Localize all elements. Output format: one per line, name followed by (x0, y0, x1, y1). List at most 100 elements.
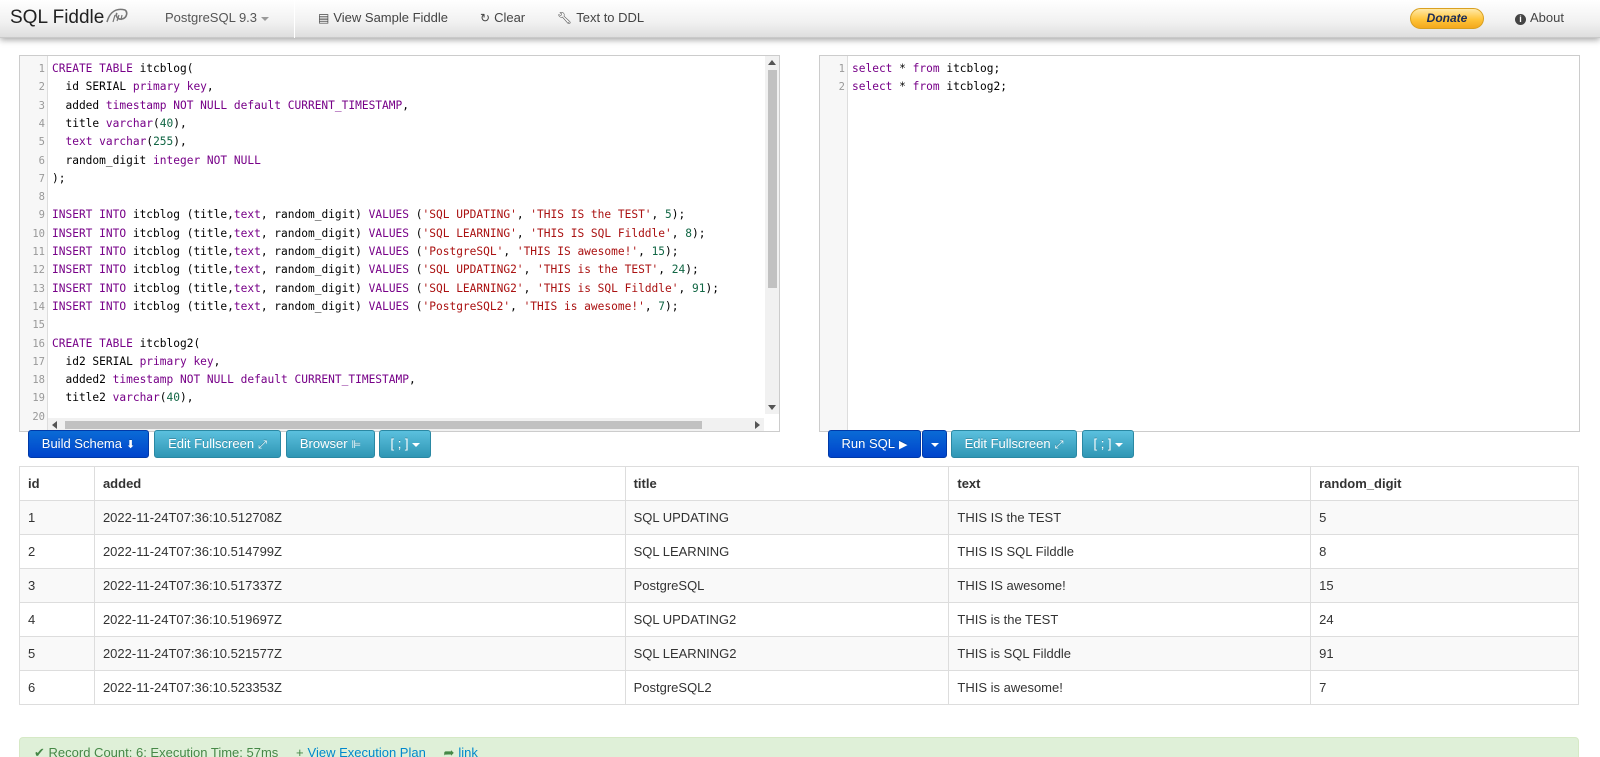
run-sql-button[interactable]: Run SQL ▶ (828, 430, 921, 458)
code-text: INSERT INTO itcblog (title,text, random_… (52, 226, 706, 240)
build-schema-button[interactable]: Build Schema ⬇ (28, 430, 149, 458)
scroll-left-icon[interactable] (52, 421, 57, 429)
table-row: 1 2022-11-24T07:36:10.512708Z SQL UPDATING… (19, 500, 1579, 535)
table-cell: 5 (1310, 500, 1579, 535)
line-number: 19 (32, 392, 45, 405)
delimiter-label: [ ; ] (1093, 436, 1112, 451)
column-header: id (19, 466, 95, 501)
info-icon: i (1515, 14, 1526, 25)
code-text: INSERT INTO itcblog (title,text, random_… (52, 208, 686, 222)
code-text: INSERT INTO itcblog (title,text, random_… (52, 263, 699, 277)
line-number: 18 (32, 374, 45, 387)
column-header: random_digit (1310, 466, 1579, 501)
line-number: 1 (38, 63, 45, 75)
line-number: 20 (32, 410, 45, 423)
schema-editor[interactable]: 1 CREATE TABLE itcblog( 2 id SERIAL primar… (19, 55, 780, 432)
expand-icon: ⤢ (1054, 439, 1064, 451)
scrollbar-thumb[interactable] (768, 70, 777, 288)
table-cell: SQL LEARNING2 (624, 636, 950, 671)
scroll-up-icon[interactable] (768, 60, 776, 65)
code-text: INSERT INTO itcblog (title,text, random_… (52, 281, 719, 295)
execution-status: ✔ Record Count: 6; Execution Time: 57ms … (19, 737, 1579, 757)
brand[interactable]: SQL Fiddle (10, 7, 129, 29)
table-header-row: id added title text random_digit (19, 466, 1579, 501)
line-number-gutter (820, 56, 848, 431)
line-number: 12 (32, 264, 45, 277)
table-cell: PostgreSQL (624, 568, 950, 603)
chevron-down-icon (930, 442, 939, 447)
line-number: 16 (32, 337, 45, 350)
line-number: 17 (32, 355, 45, 368)
delimiter-dropdown[interactable]: [ ; ] (379, 430, 431, 458)
vertical-scrollbar[interactable] (765, 56, 779, 414)
code-text: id SERIAL primary key, (52, 80, 214, 94)
browser-button[interactable]: Browser ⊫ (286, 430, 375, 458)
donate-button[interactable]: Donate (1410, 8, 1484, 29)
table-cell: 15 (1310, 568, 1579, 603)
column-header: title (624, 466, 950, 501)
line-number: 7 (38, 172, 45, 185)
scrollbar-thumb[interactable] (65, 421, 702, 429)
code-text: title2 varchar(40), (52, 391, 194, 405)
line-number: 13 (32, 282, 45, 295)
line-number: 9 (38, 209, 45, 222)
line-number: 4 (38, 117, 45, 130)
text-to-ddl-link[interactable]: 🔧︎ Text to DDL (557, 10, 644, 25)
tree-icon: ⊫ (351, 439, 362, 451)
chevron-down-icon (261, 16, 270, 21)
about-link[interactable]: i About (1515, 10, 1564, 25)
fiddle-logo-icon (106, 8, 128, 23)
code-text: select * from itcblog2; (852, 80, 1007, 94)
about-label: About (1530, 10, 1564, 25)
table-cell: 7 (1310, 670, 1579, 705)
code-text: text varchar(255), (65, 135, 187, 149)
table-row: 4 2022-11-24T07:36:10.519697Z SQL UPDATING… (19, 602, 1579, 637)
line-number: 14 (32, 300, 45, 313)
table-cell: 2022-11-24T07:36:10.517337Z (93, 568, 626, 603)
text-to-ddl-label: Text to DDL (576, 10, 645, 25)
table-cell: 4 (19, 602, 95, 637)
line-number: 1 (838, 63, 845, 75)
clear-link[interactable]: ↻ Clear (480, 10, 525, 25)
clear-label: Clear (494, 10, 526, 25)
table-row: 6 2022-11-24T07:36:10.523353Z PostgreSQL2 T… (19, 670, 1579, 705)
plus-icon: + (295, 745, 304, 757)
permalink-link[interactable]: link (458, 745, 478, 757)
line-number: 11 (32, 246, 45, 258)
line-number: 10 (32, 227, 45, 240)
line-number: 2 (38, 81, 45, 94)
top-navbar: SQL Fiddle PostgreSQL 9.3 ▤ View Sample F… (0, 0, 1600, 38)
chevron-down-icon (1114, 442, 1123, 447)
view-execution-plan-link[interactable]: View Execution Plan (308, 745, 426, 757)
results-table: id added title text random_digit 1 2022-1… (19, 466, 1579, 705)
delimiter-dropdown-query[interactable]: [ ; ] (1082, 430, 1134, 458)
table-cell: THIS IS the TEST (948, 500, 1312, 535)
edit-fullscreen-button[interactable]: Edit Fullscreen ⤢ (154, 430, 281, 458)
download-icon: ⬇ (126, 439, 136, 451)
scroll-down-icon[interactable] (768, 405, 776, 410)
column-header: added (93, 466, 626, 501)
table-cell: 2022-11-24T07:36:10.523353Z (93, 670, 626, 705)
line-number: 5 (38, 136, 45, 149)
table-cell: 2022-11-24T07:36:10.521577Z (93, 636, 626, 671)
share-icon: ➦ (443, 745, 455, 757)
table-cell: 5 (19, 636, 95, 671)
brand-title: SQL Fiddle (10, 7, 105, 28)
expand-icon: ⤢ (258, 439, 267, 451)
edit-fullscreen-query-button[interactable]: Edit Fullscreen ⤢ (951, 430, 1077, 458)
scroll-right-icon[interactable] (755, 421, 760, 429)
table-cell: 2022-11-24T07:36:10.512708Z (93, 500, 626, 535)
table-cell: 1 (19, 500, 95, 535)
database-selector[interactable]: PostgreSQL 9.3 (165, 10, 270, 25)
view-sample-fiddle-link[interactable]: ▤ View Sample Fiddle (318, 10, 448, 25)
table-cell: THIS is SQL Filddle (948, 636, 1312, 671)
list-icon: ▤ (318, 11, 330, 25)
table-row: 2 2022-11-24T07:36:10.514799Z SQL LEARNING… (19, 534, 1579, 569)
code-text: id2 SERIAL primary key, (52, 354, 221, 368)
table-cell: THIS is awesome! (948, 670, 1312, 705)
code-text: INSERT INTO itcblog (title,text, random_… (52, 245, 679, 258)
code-text: CREATE TABLE itcblog( (52, 62, 194, 75)
chevron-down-icon (411, 442, 420, 447)
run-sql-dropdown[interactable] (922, 430, 947, 458)
query-editor[interactable]: 1 select * from itcblog; 2 select * from it… (819, 55, 1580, 432)
